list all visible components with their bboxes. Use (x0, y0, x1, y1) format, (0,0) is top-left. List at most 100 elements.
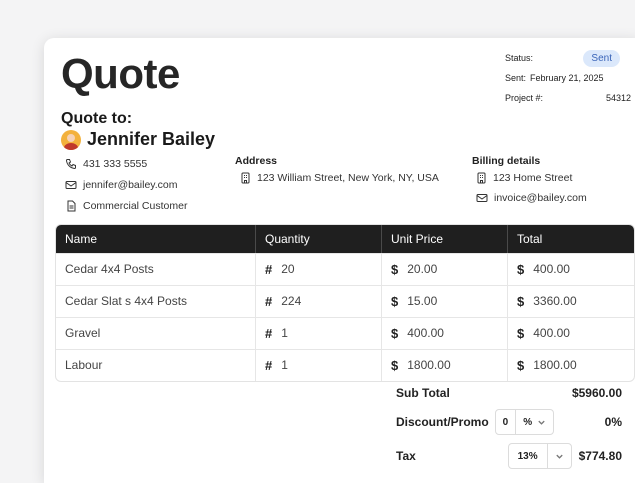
column-header-quantity: Quantity (255, 225, 381, 253)
item-total: $3360.00 (507, 286, 634, 317)
column-header-total: Total (507, 225, 634, 253)
tax-rate-value: 13% (517, 450, 538, 462)
dollar-icon: $ (517, 358, 525, 373)
item-total-value: 3360.00 (533, 294, 577, 308)
discount-value: 0% (604, 415, 622, 429)
item-name: Gravel (65, 326, 101, 340)
item-unit-price-value: 15.00 (407, 294, 438, 308)
project-label: Project #: (505, 93, 544, 103)
item-quantity-value: 20 (281, 262, 295, 276)
page-title: Quote (61, 50, 180, 97)
dollar-icon: $ (391, 358, 399, 373)
sent-row: Sent: February 21, 2025 (505, 68, 633, 88)
tax-value: $774.80 (578, 449, 622, 463)
column-header-unit-price: Unit Price (381, 225, 507, 253)
table-row[interactable]: Cedar Slat s 4x4 Posts #224 $15.00 $3360… (56, 285, 634, 317)
quote-meta: Status: Sent Sent: February 21, 2025 Pro… (505, 48, 633, 108)
item-total: $400.00 (507, 254, 634, 285)
item-total-value: 400.00 (533, 326, 570, 340)
status-badge: Sent (583, 49, 620, 67)
status-row: Status: Sent (505, 48, 633, 68)
table-row[interactable]: Cedar 4x4 Posts #20 $20.00 $400.00 (56, 253, 634, 285)
column-header-name: Name (65, 232, 98, 246)
tax-row: Tax 13% $774.80 (396, 442, 622, 470)
discount-unit-select[interactable]: % (515, 410, 553, 434)
item-name: Cedar 4x4 Posts (65, 262, 154, 276)
billing-heading: Billing details (472, 155, 541, 167)
client-name: Jennifer Bailey (87, 129, 216, 149)
item-quantity[interactable]: #1 (255, 350, 381, 381)
mail-icon (65, 181, 77, 189)
item-unit-price-value: 1800.00 (407, 358, 451, 372)
project-number: 54312 (605, 93, 631, 103)
item-quantity-value: 1 (281, 326, 288, 340)
address-line: 123 William Street, New York, NY, USA (240, 172, 439, 184)
tax-rate-select[interactable]: 13% (507, 443, 572, 469)
client-phone-text: 431 333 5555 (83, 158, 148, 170)
dollar-icon: $ (517, 262, 525, 277)
item-quantity[interactable]: #1 (255, 318, 381, 349)
hash-icon: # (265, 326, 273, 341)
client-email: jennifer@bailey.com (65, 179, 178, 191)
item-name: Cedar Slat s 4x4 Posts (65, 294, 188, 308)
client-type-text: Commercial Customer (83, 200, 188, 212)
dollar-icon: $ (517, 326, 525, 341)
hash-icon: # (265, 262, 273, 277)
phone-icon (65, 159, 76, 170)
line-items-table: Name Quantity Unit Price Total Cedar 4x4… (55, 224, 635, 382)
item-quantity-value: 1 (281, 358, 288, 372)
subtotal-row: Sub Total $5960.00 (396, 383, 622, 403)
billing-email: invoice@bailey.com (476, 192, 587, 204)
table-header: Name Quantity Unit Price Total (56, 225, 634, 253)
chevron-down-icon (538, 420, 545, 425)
discount-row: Discount/Promo 0 % 0% (396, 408, 622, 436)
item-total-value: 1800.00 (533, 358, 577, 372)
discount-input[interactable]: 0 (496, 410, 516, 434)
tax-label: Tax (396, 449, 416, 463)
item-unit-price[interactable]: $1800.00 (381, 350, 507, 381)
mail-icon (476, 194, 488, 202)
building-icon (241, 172, 250, 184)
dollar-icon: $ (391, 326, 399, 341)
hash-icon: # (265, 358, 273, 373)
hash-icon: # (265, 294, 273, 309)
item-name: Labour (65, 358, 103, 372)
subtotal-value: $5960.00 (571, 386, 622, 400)
item-unit-price-value: 20.00 (407, 262, 438, 276)
discount-control: 0 % (494, 409, 555, 435)
client-type: Commercial Customer (65, 200, 187, 212)
document-icon (67, 200, 76, 212)
avatar (61, 129, 81, 150)
chevron-down-icon (555, 454, 563, 459)
item-quantity-value: 224 (281, 294, 302, 308)
item-quantity[interactable]: #20 (255, 254, 381, 285)
dollar-icon: $ (391, 294, 399, 309)
quote-card: Quote Status: Sent Sent: February 21, 20… (44, 38, 635, 483)
billing-email-text: invoice@bailey.com (494, 192, 587, 204)
item-unit-price-value: 400.00 (407, 326, 444, 340)
item-quantity[interactable]: #224 (255, 286, 381, 317)
client-email-text: jennifer@bailey.com (83, 179, 178, 191)
dollar-icon: $ (391, 262, 399, 277)
discount-unit-value: % (523, 416, 533, 428)
item-unit-price[interactable]: $15.00 (381, 286, 507, 317)
address-text: 123 William Street, New York, NY, USA (257, 172, 439, 184)
subtotal-label: Sub Total (396, 386, 450, 400)
sent-label: Sent: (505, 73, 527, 83)
tax-rate-dropdown[interactable] (546, 444, 571, 468)
building-icon (477, 172, 486, 184)
item-total-value: 400.00 (533, 262, 570, 276)
item-total: $400.00 (507, 318, 634, 349)
project-row: Project #: 54312 (505, 88, 633, 108)
discount-label: Discount/Promo (396, 415, 489, 429)
table-row[interactable]: Gravel #1 $400.00 $400.00 (56, 317, 634, 349)
item-total: $1800.00 (507, 350, 634, 381)
address-heading: Address (235, 155, 278, 167)
billing-address: 123 Home Street (476, 172, 572, 184)
table-row[interactable]: Labour #1 $1800.00 $1800.00 (56, 349, 634, 381)
sent-date: February 21, 2025 (530, 73, 604, 83)
status-label: Status: (505, 53, 534, 63)
item-unit-price[interactable]: $20.00 (381, 254, 507, 285)
item-unit-price[interactable]: $400.00 (381, 318, 507, 349)
client-name-row: Jennifer Bailey (61, 129, 215, 150)
